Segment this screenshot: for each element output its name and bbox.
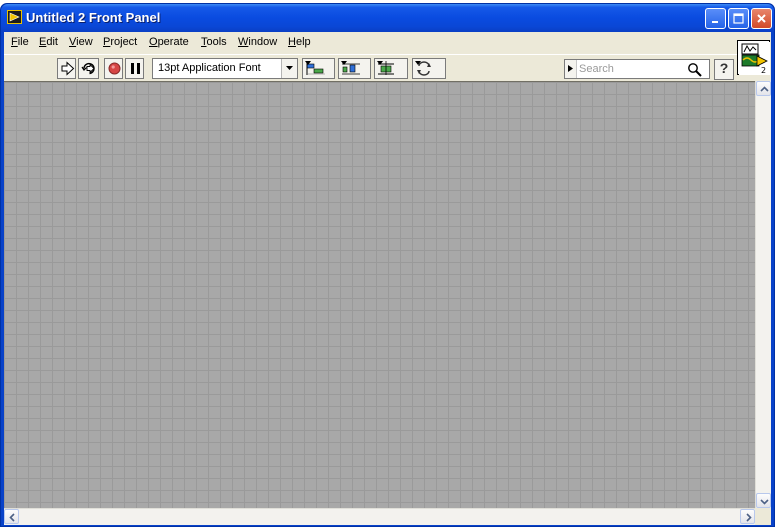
menu-file[interactable]: File <box>11 36 29 48</box>
chevron-down-icon <box>286 66 293 70</box>
title-bar[interactable]: Untitled 2 Front Panel <box>1 4 774 32</box>
chevron-down-icon <box>377 61 383 65</box>
vi-icon-image: 2 <box>739 42 770 75</box>
menu-edit[interactable]: Edit <box>39 36 58 48</box>
reorder-button[interactable] <box>412 58 446 79</box>
menu-label-rest: elp <box>295 36 311 48</box>
scroll-up-button[interactable] <box>756 81 771 96</box>
scroll-left-button[interactable] <box>4 509 19 524</box>
vi-icon-badge: 2 <box>761 66 766 75</box>
chevron-down-icon <box>760 499 769 505</box>
menu-window[interactable]: Window <box>238 36 277 48</box>
window-size-grip[interactable] <box>755 508 771 525</box>
menu-bar: File Edit View Project Operate Tools Win… <box>4 32 737 54</box>
chevron-up-icon <box>760 86 769 92</box>
menu-mnemonic: W <box>238 36 249 48</box>
menu-mnemonic: H <box>288 36 296 48</box>
search-box <box>564 59 710 79</box>
front-panel-canvas[interactable] <box>4 81 755 508</box>
toolbar: 13pt Application Font Search ? <box>4 54 737 81</box>
menu-view[interactable]: View <box>69 36 93 48</box>
text-settings-dropdown[interactable]: 13pt Application Font <box>152 58 298 79</box>
vertical-scrollbar[interactable] <box>755 81 771 508</box>
pause-icon <box>131 63 140 74</box>
front-panel-window: Untitled 2 Front Panel File Edit View Pr… <box>0 3 775 527</box>
menu-tools[interactable]: Tools <box>201 36 227 48</box>
search-input[interactable] <box>579 61 683 77</box>
minimize-button[interactable] <box>705 8 726 29</box>
chevron-down-icon <box>415 61 421 65</box>
run-continuously-button[interactable] <box>78 58 99 79</box>
run-button[interactable] <box>57 58 76 79</box>
menu-label-rest: ools <box>206 36 227 48</box>
scroll-right-button[interactable] <box>740 509 755 524</box>
search-expander-button[interactable] <box>565 60 577 78</box>
pause-button[interactable] <box>125 58 144 79</box>
menu-help[interactable]: Help <box>288 36 311 48</box>
run-continuously-icon <box>81 62 95 75</box>
chevron-left-icon <box>9 513 15 522</box>
scroll-down-button[interactable] <box>756 493 771 508</box>
labview-app-icon[interactable] <box>7 10 22 24</box>
menu-label-rest: iew <box>76 36 93 48</box>
search-icon[interactable] <box>687 62 703 77</box>
maximize-button[interactable] <box>728 8 749 29</box>
distribute-objects-button[interactable] <box>338 58 371 79</box>
horizontal-scrollbar[interactable] <box>4 508 755 525</box>
menu-label-rest: roject <box>110 36 138 48</box>
menu-label-rest: dit <box>46 36 58 48</box>
menu-mnemonic: F <box>11 36 18 48</box>
dropdown-arrow[interactable] <box>281 59 297 78</box>
chevron-down-icon <box>341 61 347 65</box>
run-arrow-icon <box>61 61 75 76</box>
menu-label-rest: ile <box>17 36 29 48</box>
menu-label-rest: indow <box>248 36 278 48</box>
context-help-button[interactable]: ? <box>714 59 734 80</box>
align-objects-button[interactable] <box>302 58 335 79</box>
abort-execution-button[interactable] <box>104 58 123 79</box>
menu-operate[interactable]: Operate <box>149 36 189 48</box>
menu-mnemonic: O <box>149 36 158 48</box>
chevron-right-icon <box>746 513 752 522</box>
window-title: Untitled 2 Front Panel <box>26 10 161 25</box>
resize-objects-button[interactable] <box>374 58 408 79</box>
help-icon: ? <box>719 60 729 76</box>
vi-icon[interactable]: 2 <box>737 40 770 75</box>
font-select-value: 13pt Application Font <box>158 62 261 74</box>
chevron-down-icon <box>305 61 311 65</box>
menu-label-rest: perate <box>157 36 189 48</box>
abort-icon <box>108 62 121 75</box>
window-client-area: File Edit View Project Operate Tools Win… <box>4 32 771 525</box>
menu-project[interactable]: Project <box>103 36 137 48</box>
close-button[interactable] <box>751 8 772 29</box>
chevron-right-icon <box>568 65 573 72</box>
